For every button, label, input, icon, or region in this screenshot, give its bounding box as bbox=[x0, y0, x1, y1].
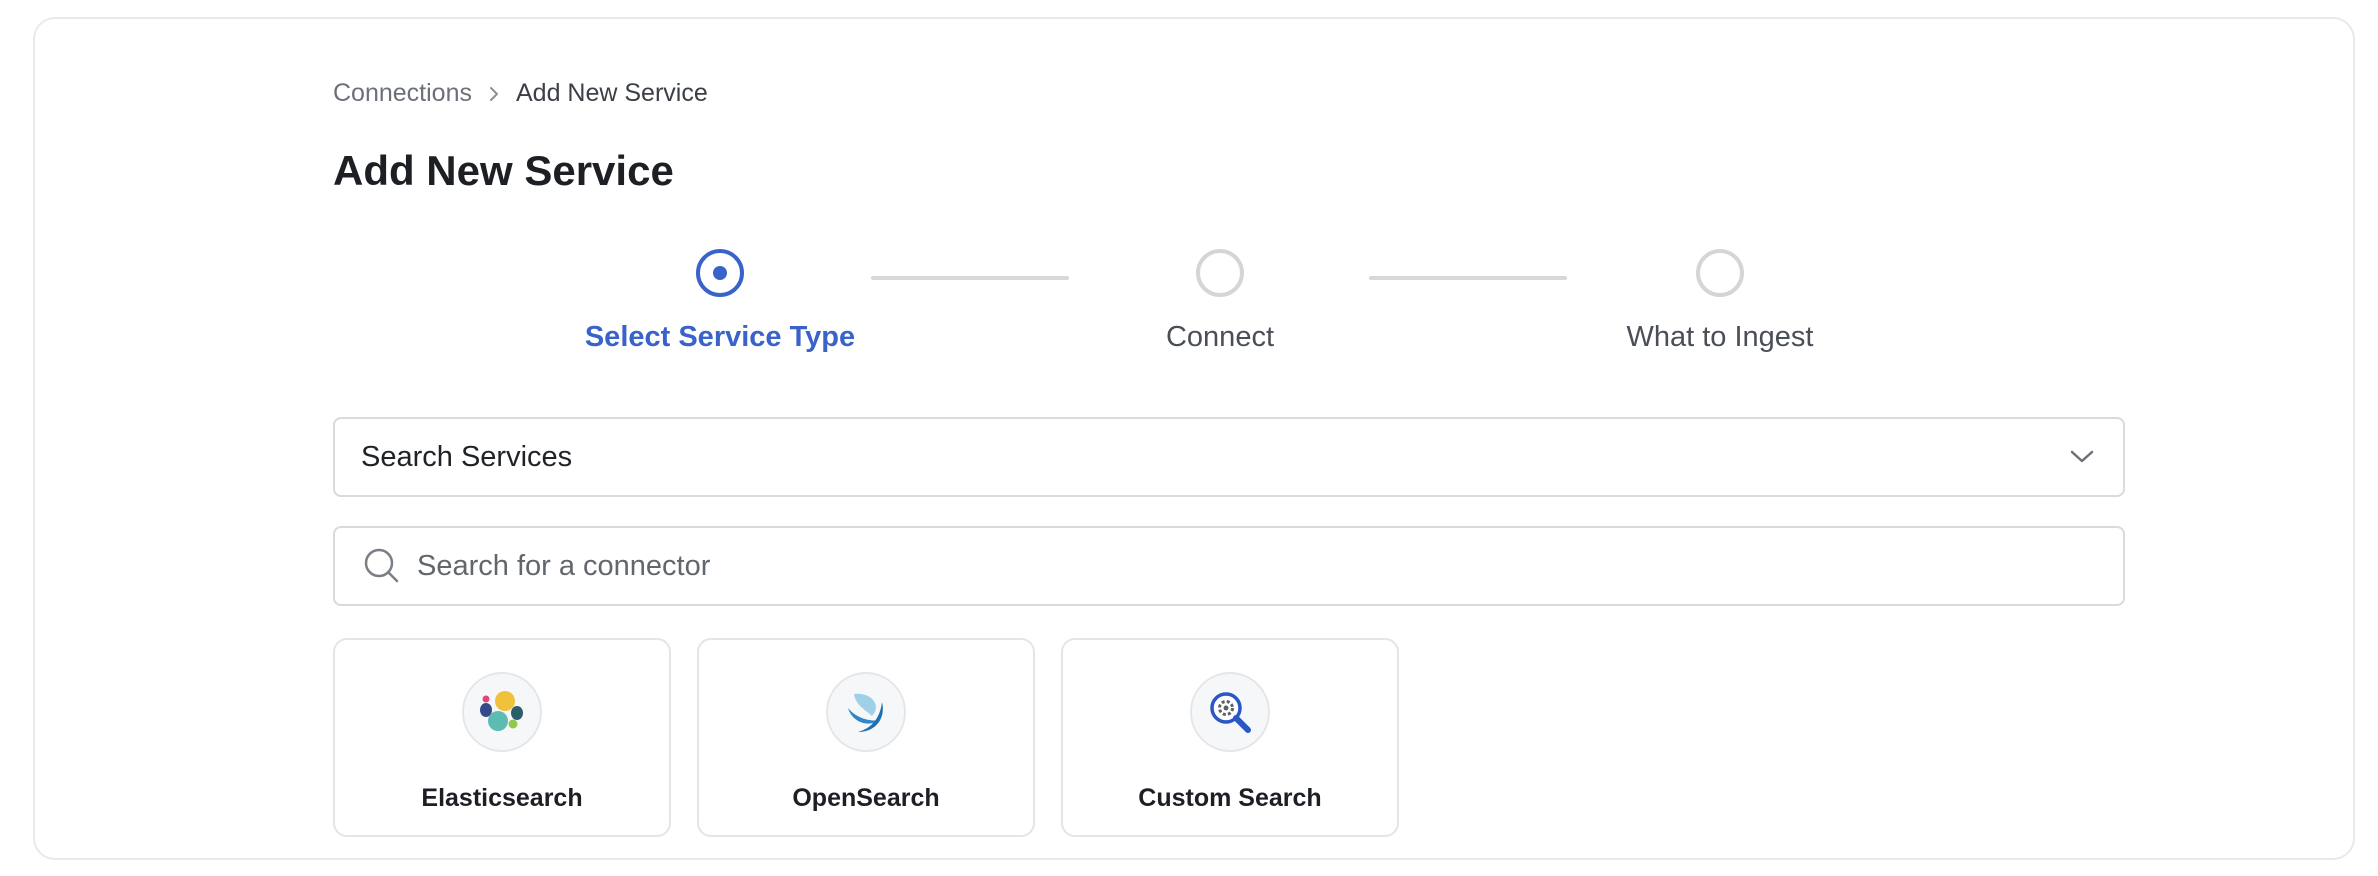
connector-search-input[interactable] bbox=[417, 549, 2095, 583]
connector-label: Elasticsearch bbox=[421, 784, 583, 812]
search-icon bbox=[363, 547, 401, 585]
step-label: Select Service Type bbox=[584, 321, 856, 353]
breadcrumb: Connections Add New Service bbox=[333, 79, 708, 108]
page-title: Add New Service bbox=[333, 147, 674, 194]
connector-card-opensearch[interactable]: OpenSearch bbox=[697, 638, 1035, 837]
service-category-select[interactable]: Search Services bbox=[333, 417, 2125, 497]
connector-grid: Elasticsearch OpenSearch Custom Search bbox=[333, 638, 1399, 837]
step-pending-circle-icon bbox=[1696, 249, 1744, 297]
elasticsearch-logo-icon bbox=[462, 672, 542, 752]
custom-search-icon bbox=[1190, 672, 1270, 752]
step-active-circle-icon bbox=[696, 249, 744, 297]
step-label: Connect bbox=[1165, 321, 1274, 353]
chevron-down-icon[interactable] bbox=[2067, 442, 2097, 472]
connector-card-elasticsearch[interactable]: Elasticsearch bbox=[333, 638, 671, 837]
connector-label: Custom Search bbox=[1138, 784, 1322, 812]
opensearch-logo-icon bbox=[826, 672, 906, 752]
step-label: What to Ingest bbox=[1626, 321, 1814, 353]
service-category-value: Search Services bbox=[361, 440, 573, 473]
chevron-right-icon bbox=[472, 85, 516, 103]
stepper: Select Service Type Connect What to Inge… bbox=[333, 249, 2125, 369]
step-pending-circle-icon bbox=[1196, 249, 1244, 297]
connector-search-box[interactable] bbox=[333, 526, 2125, 606]
step-what-to-ingest: What to Ingest bbox=[1520, 249, 1920, 354]
connector-label: OpenSearch bbox=[792, 784, 940, 812]
step-select-service-type: Select Service Type bbox=[520, 249, 920, 354]
breadcrumb-connections-link[interactable]: Connections bbox=[333, 79, 472, 108]
connector-card-custom-search[interactable]: Custom Search bbox=[1061, 638, 1399, 837]
step-connect: Connect bbox=[1020, 249, 1420, 354]
breadcrumb-current: Add New Service bbox=[515, 79, 708, 107]
main-panel: Connections Add New Service Add New Serv… bbox=[33, 17, 2355, 860]
